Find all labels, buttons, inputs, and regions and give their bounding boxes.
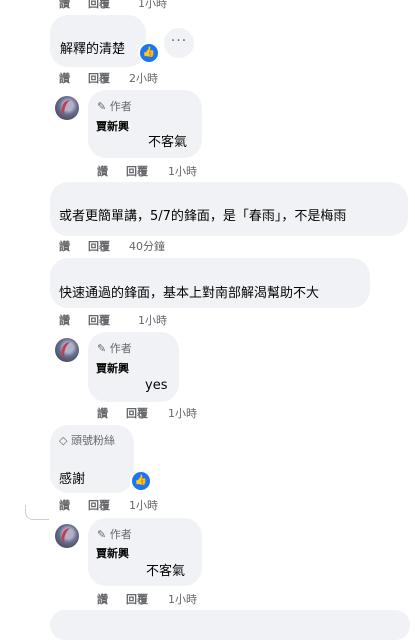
commenter-name[interactable]: 賈新興 [96,118,129,134]
timestamp[interactable]: 1小時 [168,163,197,179]
avatar[interactable] [55,524,79,548]
reply-link[interactable]: 回覆 [88,312,110,328]
reply-link[interactable]: 回覆 [88,238,110,254]
diamond-icon: ◇ [59,434,68,447]
author-badge: ✎ 作者 [97,528,132,541]
like-icon[interactable]: 👍 [130,470,152,492]
comment-text: 不客氣 [146,564,186,579]
like-link[interactable]: 讚 [97,591,108,607]
timestamp[interactable]: 2小時 [129,70,158,86]
timestamp[interactable]: 1小時 [168,591,197,607]
reply-link[interactable]: 回覆 [126,405,148,421]
like-link[interactable]: 讚 [97,405,108,421]
reply-link[interactable]: 回覆 [88,70,110,86]
like-link[interactable]: 讚 [59,70,70,86]
reply-link[interactable]: 回覆 [88,0,110,11]
pencil-icon: ✎ [97,100,107,113]
like-icon[interactable]: 👍 [138,42,160,64]
reply-link[interactable]: 回覆 [126,591,148,607]
comment-text: 快速通過的鋒面，基本上對南部解渴幫助不大 [59,286,320,301]
avatar[interactable] [55,96,79,120]
comment-text: 不客氣 [148,135,188,150]
comment-text: 解釋的清楚 [60,42,126,57]
like-link[interactable]: 讚 [59,312,70,328]
pencil-icon: ✎ [97,342,107,355]
author-badge: ✎ 作者 [97,100,132,113]
commenter-name[interactable]: 賈新興 [96,545,129,561]
more-options-icon[interactable]: ··· [164,28,194,58]
author-badge: ✎ 作者 [97,342,132,355]
comment-text: 感謝 [59,472,86,487]
timestamp[interactable]: 1小時 [138,0,167,11]
reply-link[interactable]: 回覆 [88,497,110,513]
comment-bubble [50,610,410,640]
timestamp[interactable]: 1小時 [168,405,197,421]
timestamp[interactable]: 1小時 [138,312,167,328]
top-fan-badge: ◇ 頭號粉絲 [59,434,115,447]
pencil-icon: ✎ [97,528,107,541]
timestamp[interactable]: 40分鐘 [129,238,165,254]
avatar[interactable] [55,338,79,362]
comment-text: 或者更簡單講，5/7的鋒面，是「春雨」，不是梅雨 [59,209,347,224]
comment-text: yes [145,378,168,393]
thread-line [25,505,49,520]
like-link[interactable]: 讚 [59,0,70,11]
like-link[interactable]: 讚 [59,238,70,254]
reply-link[interactable]: 回覆 [126,163,148,179]
commenter-name[interactable]: 賈新興 [96,360,129,376]
timestamp[interactable]: 1小時 [129,497,158,513]
like-link[interactable]: 讚 [97,163,108,179]
like-link[interactable]: 讚 [59,497,70,513]
